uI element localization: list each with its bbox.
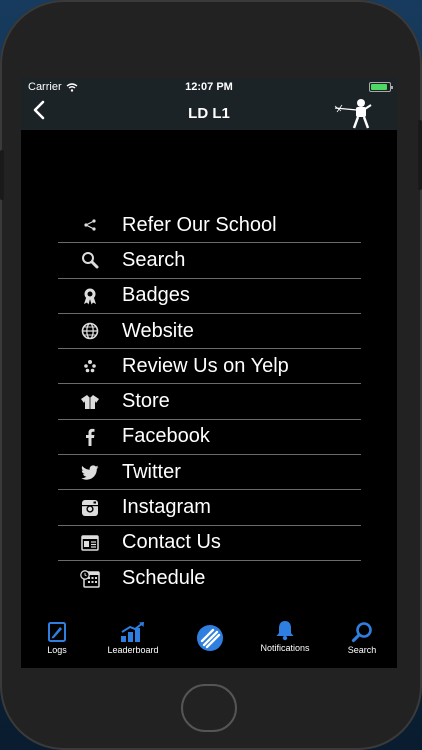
menu-item-label: Facebook xyxy=(122,425,210,448)
badge-icon xyxy=(58,287,122,305)
menu-item-refer[interactable]: Refer Our School xyxy=(58,208,361,244)
menu-item-label: Review Us on Yelp xyxy=(122,354,289,377)
chart-icon xyxy=(121,622,144,642)
tab-label: Notifications xyxy=(260,643,310,653)
tab-notifications[interactable]: Notifications xyxy=(253,619,317,653)
menu-item-label: Refer Our School xyxy=(122,213,277,236)
tab-menu[interactable] xyxy=(195,624,225,654)
menu-item-label: Instagram xyxy=(122,496,211,519)
menu-item-facebook[interactable]: Facebook xyxy=(58,420,361,456)
status-bar: Carrier 12:07 PM xyxy=(21,78,397,96)
menu-item-label: Store xyxy=(122,390,170,413)
home-button[interactable] xyxy=(181,684,237,732)
tab-search[interactable]: Search xyxy=(343,621,381,655)
menu-item-badges[interactable]: Badges xyxy=(58,279,361,314)
tab-label: Leaderboard xyxy=(107,645,159,655)
menu-item-twitter[interactable]: Twitter xyxy=(58,455,361,491)
status-time: 12:07 PM xyxy=(185,81,233,93)
menu-circle-icon xyxy=(197,625,223,651)
menu-list: Refer Our School Search Badges Website R… xyxy=(58,208,361,596)
notebook-icon xyxy=(48,622,66,642)
menu-item-label: Search xyxy=(122,248,186,271)
menu-item-store[interactable]: Store xyxy=(58,384,361,420)
search-icon xyxy=(58,251,122,269)
tab-leaderboard[interactable]: Leaderboard xyxy=(101,621,165,655)
menu-item-schedule[interactable]: Schedule xyxy=(58,561,361,596)
search-icon xyxy=(351,622,372,643)
phone-frame: Carrier 12:07 PM LD L1 Refer Our School … xyxy=(0,0,422,750)
share-icon xyxy=(58,218,122,232)
menu-item-label: Schedule xyxy=(122,567,206,590)
tab-label: Search xyxy=(347,645,377,655)
tab-label: Logs xyxy=(47,645,67,655)
tab-logs[interactable]: Logs xyxy=(41,621,73,655)
volume-button xyxy=(0,150,4,200)
uniform-icon xyxy=(58,394,122,410)
battery-icon xyxy=(369,82,393,92)
nav-bar: LD L1 xyxy=(21,96,397,130)
menu-item-label: Contact Us xyxy=(122,531,221,554)
bell-icon xyxy=(276,621,294,641)
menu-item-label: Website xyxy=(122,319,194,342)
app-screen: Carrier 12:07 PM LD L1 Refer Our School … xyxy=(21,78,397,668)
menu-item-website[interactable]: Website xyxy=(58,314,361,350)
facebook-icon xyxy=(58,428,122,446)
calendar-clock-icon xyxy=(58,569,122,588)
fencer-logo-icon xyxy=(334,99,372,129)
instagram-icon xyxy=(58,499,122,517)
menu-item-yelp[interactable]: Review Us on Yelp xyxy=(58,349,361,385)
menu-item-contact[interactable]: Contact Us xyxy=(58,526,361,561)
twitter-icon xyxy=(58,465,122,480)
contact-card-icon xyxy=(58,535,122,551)
tab-bar: Logs Leaderboard Notifications Search xyxy=(21,616,397,668)
power-button xyxy=(418,120,422,190)
globe-icon xyxy=(58,322,122,340)
menu-item-label: Twitter xyxy=(122,460,181,483)
menu-item-search[interactable]: Search xyxy=(58,243,361,279)
menu-item-instagram[interactable]: Instagram xyxy=(58,490,361,526)
menu-item-label: Badges xyxy=(122,284,190,307)
yelp-icon xyxy=(58,359,122,373)
